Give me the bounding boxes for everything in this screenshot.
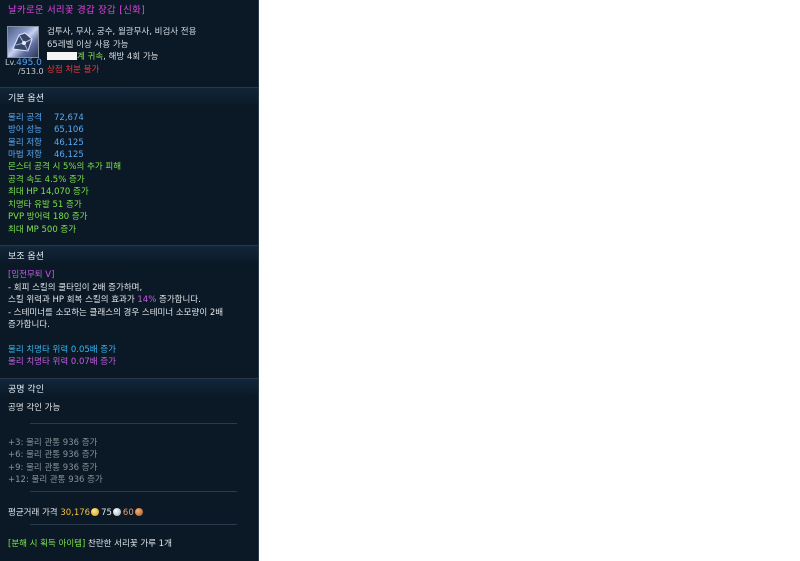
item-tooltip: 날카로운 서리꽃 경갑 장갑 [신화] Lv.495.0 /513.0 검투사,… xyxy=(0,0,259,561)
set-effect-line: 증가합니다. xyxy=(8,320,50,330)
section-resonance: 공명 각인 xyxy=(0,378,258,397)
set-effect-line: - 스테미너를 소모하는 클래스의 경우 스테미너 소모량이 2배 xyxy=(8,308,224,318)
stat-row: 물리 저항 46,125 xyxy=(8,138,84,148)
divider xyxy=(30,423,237,424)
class-restriction: 검투사, 무사, 궁수, 월광무사, 비검사 전용 xyxy=(47,27,197,37)
average-price: 평균거래 가격 30,176 75 60 xyxy=(8,506,145,518)
item-title: 날카로운 서리꽃 경갑 장갑 [신화] xyxy=(8,5,145,16)
bonus-row: 몬스터 공격 시 5%의 추가 피해 xyxy=(8,162,122,172)
bonus-row: PVP 방어력 180 증가 xyxy=(8,212,88,222)
section-basic-options: 기본 옵션 xyxy=(0,87,258,106)
stat-row: 물리 공격 72,674 xyxy=(8,113,84,123)
gold-coin-icon xyxy=(91,508,100,516)
resonance-status: 공명 각인 가능 xyxy=(8,403,61,413)
section-sub-options: 보조 옵션 xyxy=(0,245,258,264)
trade-restriction: 상점 처분 불가 xyxy=(47,65,100,75)
bonus-row: 최대 HP 14,070 증가 xyxy=(8,187,89,197)
bonus-row: 최대 MP 500 증가 xyxy=(8,225,77,235)
divider xyxy=(30,491,237,492)
resonance-tier: +9: 물리 관통 936 증가 xyxy=(8,463,98,473)
bonus-row: 공격 속도 4.5% 증가 xyxy=(8,175,85,185)
bind-status: 계 귀속, 해방 4회 가능 xyxy=(47,50,159,62)
crit-option: 물리 치명타 위력 0.07배 증가 xyxy=(8,357,116,367)
disassembly-result: [분해 시 획득 아이템] 찬란한 서리꽃 가루 1개 xyxy=(8,539,172,549)
gauntlet-icon xyxy=(7,26,39,58)
set-effect-name: [임전무퇴 V] xyxy=(8,270,55,280)
crit-option: 물리 치명타 위력 0.05배 증가 xyxy=(8,345,116,355)
item-level-max: /513.0 xyxy=(18,67,44,76)
redacted-name-bar xyxy=(47,52,77,60)
copper-coin-icon xyxy=(134,508,143,516)
set-effect-line: - 회피 스킬의 쿨타임이 2배 증가하며, xyxy=(8,283,143,293)
bonus-row: 치명타 유발 51 증가 xyxy=(8,200,82,210)
divider xyxy=(30,524,237,525)
stat-row: 방어 성능 65,106 xyxy=(8,125,84,135)
silver-coin-icon xyxy=(112,508,121,516)
resonance-tier: +6: 물리 관통 936 증가 xyxy=(8,450,98,460)
level-requirement: 65레벨 이상 사용 가능 xyxy=(47,40,129,50)
set-effect-line: 스킬 위력과 HP 회복 스킬의 효과가 14% 증가합니다. xyxy=(8,295,201,305)
resonance-tier: +12: 물리 관통 936 증가 xyxy=(8,475,103,485)
stat-row: 마법 저항 46,125 xyxy=(8,150,84,160)
resonance-tier: +3: 물리 관통 936 증가 xyxy=(8,438,98,448)
